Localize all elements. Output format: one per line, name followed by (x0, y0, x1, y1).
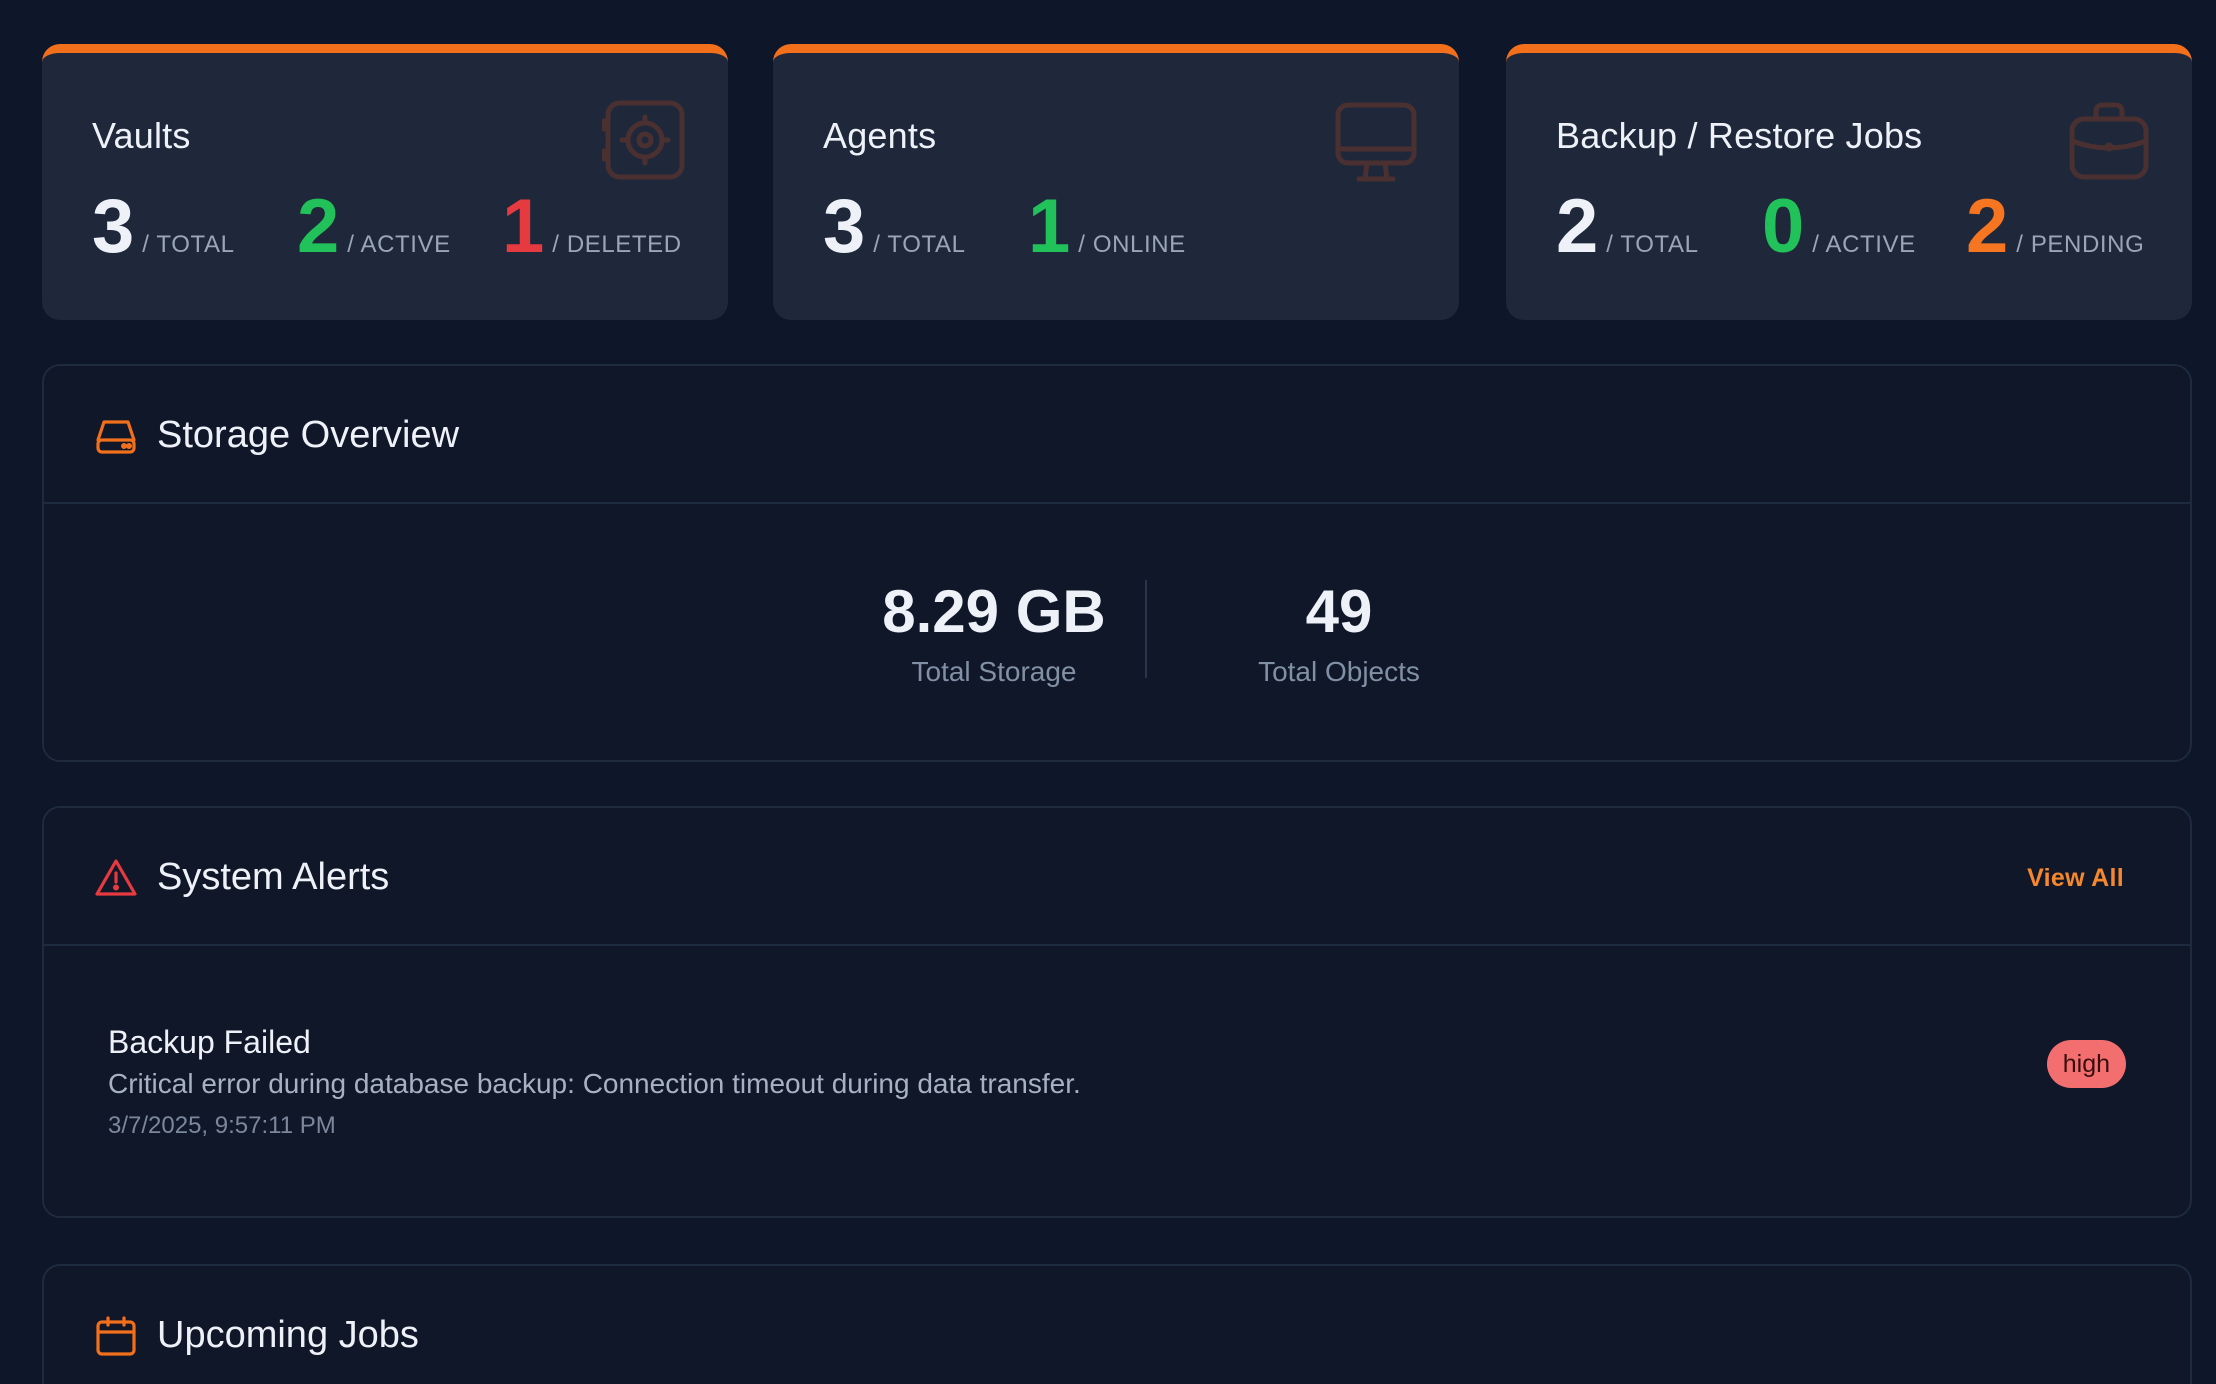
alert-timestamp: 3/7/2025, 9:57:11 PM (108, 1112, 336, 1139)
briefcase-icon (2066, 99, 2152, 185)
panel-title: Storage Overview (157, 414, 460, 456)
hard-drive-icon (94, 414, 138, 458)
stat-value: 2 (1556, 184, 1599, 269)
card-title: Backup / Restore Jobs (1556, 115, 1923, 156)
stat-value: 3 (92, 184, 135, 269)
stat-value: 2 (297, 184, 340, 269)
divider (1145, 580, 1147, 678)
stat-total: 3 / TOTAL (92, 189, 235, 265)
total-objects-metric: 49 Total Objects (1194, 582, 1484, 688)
agents-card[interactable]: Agents 3 / TOTAL 1 / ONLINE (773, 44, 1459, 320)
alert-item[interactable]: Backup Failed Critical error during data… (44, 946, 2190, 1216)
stat-pending: 2 / PENDING (1966, 189, 2144, 265)
stat-value: 0 (1762, 184, 1805, 269)
alert-description: Critical error during database backup: C… (108, 1068, 1081, 1099)
stat-total: 2 / TOTAL (1556, 189, 1699, 265)
alert-title: Backup Failed (108, 1024, 311, 1060)
stat-deleted: 1 / DELETED (502, 189, 682, 265)
metric-value: 8.29 GB (882, 578, 1106, 645)
stat-label: / PENDING (2016, 231, 2145, 258)
stat-online: 1 / ONLINE (1028, 189, 1186, 265)
stat-cards: Vaults 3 / TOTAL 2 / ACTIVE 1 / DELETED … (42, 44, 2192, 320)
stat-value: 1 (502, 184, 545, 269)
metric-value: 49 (1305, 578, 1373, 645)
stat-label: / ONLINE (1078, 231, 1186, 258)
system-alerts-panel: System Alerts View All Backup Failed Cri… (42, 806, 2192, 1218)
dashboard-page: Vaults 3 / TOTAL 2 / ACTIVE 1 / DELETED … (0, 0, 2216, 1384)
stat-active: 0 / ACTIVE (1762, 189, 1916, 265)
panel-title: Upcoming Jobs (157, 1314, 419, 1356)
panel-title: System Alerts (157, 856, 390, 898)
view-all-link[interactable]: View All (2027, 864, 2124, 893)
metric-label: Total Objects (1258, 656, 1420, 687)
storage-metrics: 8.29 GB Total Storage 49 Total Objects (44, 504, 2190, 760)
stat-value: 1 (1028, 184, 1071, 269)
monitor-icon (1333, 99, 1419, 185)
stat-label: / DELETED (552, 231, 682, 258)
card-title: Agents (823, 115, 937, 156)
stat-total: 3 / TOTAL (823, 189, 966, 265)
calendar-icon (94, 1314, 138, 1358)
stat-label: / TOTAL (1606, 231, 1699, 258)
vaults-card[interactable]: Vaults 3 / TOTAL 2 / ACTIVE 1 / DELETED (42, 44, 728, 320)
upcoming-jobs-panel: Upcoming Jobs (42, 1264, 2192, 1384)
stat-label: / TOTAL (142, 231, 235, 258)
total-storage-metric: 8.29 GB Total Storage (814, 582, 1174, 688)
storage-overview-panel: Storage Overview 8.29 GB Total Storage 4… (42, 364, 2192, 762)
panel-header: System Alerts View All (44, 808, 2190, 946)
stat-value: 2 (1966, 184, 2009, 269)
warning-triangle-icon (94, 856, 138, 900)
stat-active: 2 / ACTIVE (297, 189, 451, 265)
card-title: Vaults (92, 115, 191, 156)
panel-header: Storage Overview (44, 366, 2190, 504)
metric-label: Total Storage (911, 656, 1077, 687)
jobs-card[interactable]: Backup / Restore Jobs 2 / TOTAL 0 / ACTI… (1506, 44, 2192, 320)
panel-header: Upcoming Jobs (44, 1266, 2190, 1384)
vault-icon (602, 99, 688, 185)
stat-label: / TOTAL (873, 231, 966, 258)
stat-value: 3 (823, 184, 866, 269)
stat-label: / ACTIVE (1812, 231, 1916, 258)
stat-label: / ACTIVE (347, 231, 451, 258)
severity-badge: high (2046, 1040, 2126, 1088)
